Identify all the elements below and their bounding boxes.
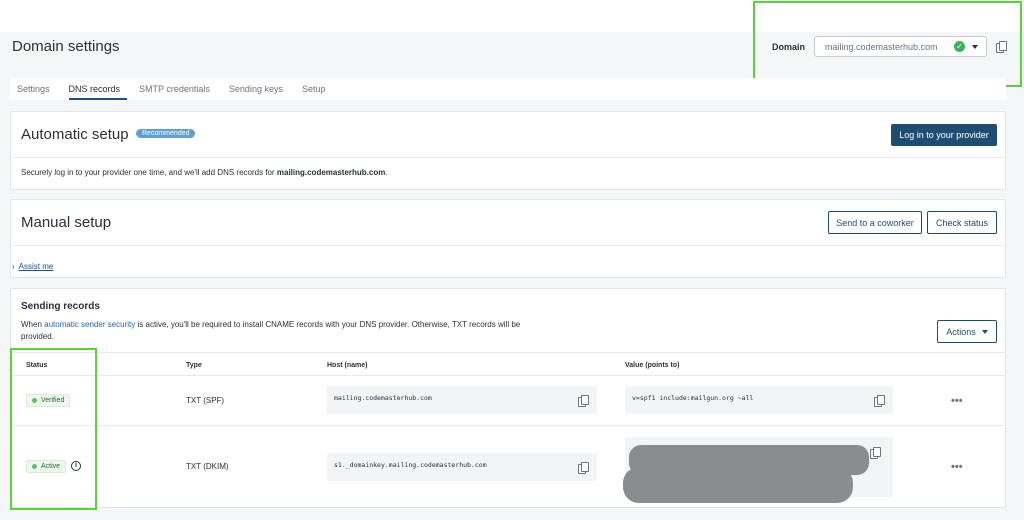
copy-icon[interactable] bbox=[578, 395, 589, 407]
domain-label: Domain bbox=[772, 41, 806, 52]
redaction-overlay bbox=[623, 467, 853, 503]
copy-icon[interactable] bbox=[996, 40, 1008, 53]
assist-me-link[interactable]: Assist me bbox=[19, 262, 54, 271]
tab-dns-records[interactable]: DNS records bbox=[68, 84, 128, 100]
login-provider-button[interactable]: Log in to your provider bbox=[891, 124, 997, 146]
domain-name: mailing.codemasterhub.com bbox=[276, 168, 386, 177]
col-type: Type bbox=[186, 362, 202, 369]
sending-records-desc: When automatic sender security is active… bbox=[21, 320, 521, 341]
host-value-box: mailing.codemasterhub.com bbox=[327, 386, 597, 414]
divider bbox=[11, 375, 1005, 376]
send-to-coworker-button[interactable]: Send to a coworker bbox=[828, 211, 922, 234]
domain-select[interactable]: mailing.codemasterhub.com ✓ bbox=[814, 36, 988, 57]
manual-setup-card: Manual setup Send to a coworker Check st… bbox=[10, 199, 1006, 278]
divider bbox=[11, 425, 1005, 426]
automatic-setup-title: Automatic setup bbox=[21, 126, 129, 143]
tab-setup[interactable]: Setup bbox=[302, 84, 333, 100]
col-host: Host (name) bbox=[327, 362, 368, 369]
chevron-down-icon bbox=[972, 44, 979, 49]
domain-picker: Domain mailing.codemasterhub.com ✓ bbox=[772, 36, 1008, 57]
manual-setup-title: Manual setup bbox=[21, 214, 112, 231]
more-options-icon[interactable]: ••• bbox=[951, 461, 963, 473]
assist-me[interactable]: › Assist me bbox=[12, 262, 53, 271]
automatic-sender-security-link[interactable]: automatic sender security bbox=[44, 320, 135, 329]
value-box: v=spf1 include:mailgun.org ~all bbox=[625, 386, 893, 414]
record-type: TXT (SPF) bbox=[186, 396, 225, 405]
divider bbox=[11, 245, 1005, 246]
sending-records-title: Sending records bbox=[21, 301, 100, 312]
more-options-icon[interactable]: ••• bbox=[951, 395, 963, 407]
automatic-setup-desc: Securely log in to your provider one tim… bbox=[21, 168, 388, 177]
copy-icon[interactable] bbox=[870, 447, 881, 459]
status-badge: Active bbox=[26, 460, 67, 473]
top-bar bbox=[0, 0, 1024, 32]
domain-select-value: mailing.codemasterhub.com bbox=[825, 41, 938, 52]
actions-label: Actions bbox=[946, 326, 976, 337]
actions-button[interactable]: Actions bbox=[937, 320, 997, 343]
col-value: Value (points to) bbox=[625, 362, 680, 369]
tab-bar: Settings DNS records SMTP credentials Se… bbox=[10, 78, 1006, 100]
chevron-right-icon: › bbox=[12, 262, 15, 271]
page-title: Domain settings bbox=[12, 38, 120, 55]
tab-sending-keys[interactable]: Sending keys bbox=[229, 84, 290, 100]
status-dot-icon bbox=[32, 464, 37, 469]
check-status-button[interactable]: Check status bbox=[927, 211, 997, 234]
col-status: Status bbox=[26, 362, 48, 369]
automatic-setup-card: Automatic setup Recommended Log in to yo… bbox=[10, 111, 1006, 190]
record-type: TXT (DKIM) bbox=[186, 462, 229, 471]
tab-settings[interactable]: Settings bbox=[17, 84, 57, 100]
copy-icon[interactable] bbox=[578, 462, 589, 474]
divider bbox=[11, 157, 1005, 158]
chevron-down-icon bbox=[981, 329, 988, 334]
tab-smtp-credentials[interactable]: SMTP credentials bbox=[139, 84, 217, 100]
divider bbox=[11, 352, 1005, 353]
host-value-box: s1._domainkey.mailing.codemasterhub.com bbox=[327, 453, 597, 481]
sending-records-card: Sending records When automatic sender se… bbox=[10, 288, 1006, 508]
check-circle-icon: ✓ bbox=[954, 41, 966, 52]
status-badge: Verified bbox=[26, 394, 71, 407]
recommended-badge: Recommended bbox=[136, 129, 196, 138]
status-dot-icon bbox=[32, 398, 37, 403]
info-icon[interactable]: i bbox=[71, 461, 81, 471]
copy-icon[interactable] bbox=[874, 395, 885, 407]
